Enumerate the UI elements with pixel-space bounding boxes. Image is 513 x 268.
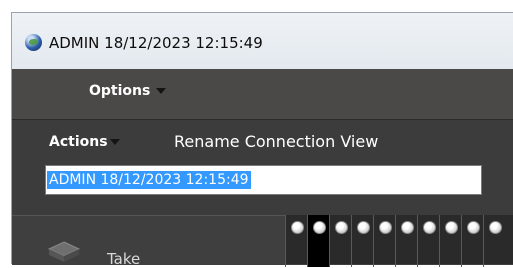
slot-indicator-icon (401, 221, 414, 234)
chevron-down-icon (109, 139, 120, 145)
slot-4[interactable] (351, 215, 373, 267)
slot-indicator-icon (291, 221, 304, 234)
options-menu-label: Options (89, 83, 151, 99)
slot-indicator-icon (313, 221, 326, 234)
slot-indicator-icon (357, 221, 370, 234)
connection-name-selected-text: ADMIN 18/12/2023 12:15:49 (47, 171, 251, 189)
slot-1[interactable] (285, 215, 307, 267)
rename-connection-view-label: Rename Connection View (174, 132, 379, 151)
slot-indicator-icon (445, 221, 458, 234)
menu-bar (12, 69, 513, 119)
slot-indicator-icon (423, 221, 436, 234)
slot-7[interactable] (417, 215, 439, 267)
window-title: ADMIN 18/12/2023 12:15:49 (49, 34, 263, 52)
slot-8[interactable] (439, 215, 461, 267)
slot-6[interactable] (395, 215, 417, 267)
slot-10[interactable] (483, 215, 505, 267)
globe-icon (25, 34, 42, 51)
actions-menu-label: Actions (49, 134, 108, 150)
actions-menu[interactable]: Actions (49, 134, 120, 150)
chevron-down-icon (156, 88, 167, 94)
slot-2[interactable] (307, 215, 329, 267)
slot-indicator-icon (335, 221, 348, 234)
slot-9[interactable] (461, 215, 483, 267)
slot-indicator-icon (467, 221, 480, 234)
take-icon[interactable] (46, 240, 82, 262)
take-label[interactable]: Take (107, 250, 140, 268)
options-menu[interactable]: Options (89, 83, 167, 99)
slot-indicator-icon (379, 221, 392, 234)
slot-strip (285, 215, 513, 267)
slot-5[interactable] (373, 215, 395, 267)
slot-3[interactable] (329, 215, 351, 267)
slot-indicator-icon (489, 221, 502, 234)
